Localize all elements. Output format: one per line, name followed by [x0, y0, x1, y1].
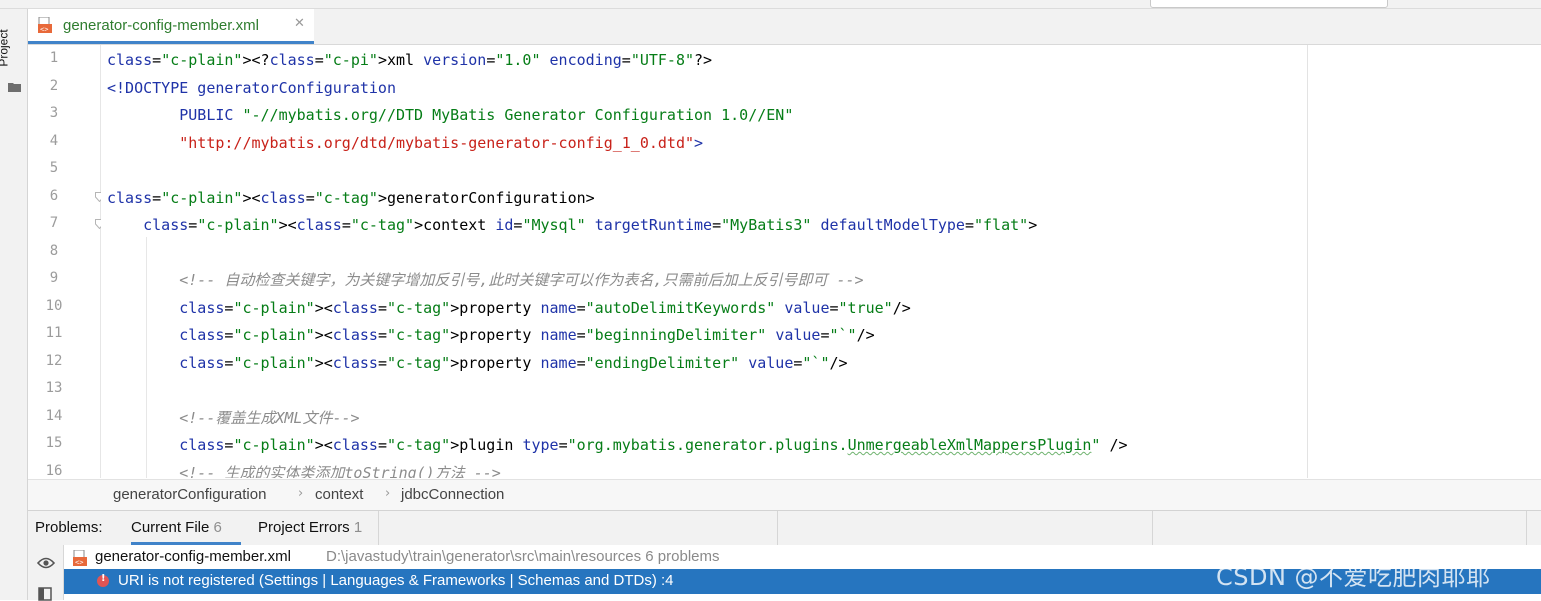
close-icon[interactable]: ✕ — [294, 16, 305, 31]
line-number: 2 — [49, 77, 59, 94]
chevron-right-icon: › — [298, 486, 304, 501]
code-line[interactable]: <!-- 自动检查关键字，为关键字增加反引号,此时关键字可以作为表名,只需前后加… — [107, 270, 863, 290]
error-icon — [97, 573, 109, 587]
problems-side-toolbar — [28, 545, 64, 601]
code-line[interactable]: class="c-plain"><class="c-tag">generator… — [107, 188, 595, 208]
main-toolbar — [0, 0, 1541, 9]
problems-title: Problems: — [35, 519, 103, 536]
tab-project-errors[interactable]: Project Errors 1 — [258, 511, 378, 542]
eye-icon[interactable] — [37, 557, 55, 569]
chevron-right-icon: › — [385, 486, 391, 501]
code-line[interactable]: class="c-plain"><class="c-tag">property … — [107, 298, 911, 318]
tab-current-file-label: Current File — [131, 519, 210, 536]
divider — [1152, 511, 1153, 545]
problems-tool-header: Problems: Current File 6 Project Errors … — [28, 510, 1541, 546]
line-number: 13 — [45, 380, 63, 396]
breadcrumb-item-generatorConfiguration[interactable]: generatorConfiguration — [113, 486, 266, 503]
line-number: 8 — [49, 242, 59, 259]
indent-guide — [146, 237, 147, 478]
problem-file-name: generator-config-member.xml — [95, 548, 291, 565]
xml-file-icon: <> — [73, 550, 87, 567]
line-number: 6 — [49, 187, 59, 204]
code-line[interactable]: class="c-plain"><class="c-tag">property … — [107, 353, 847, 373]
breadcrumb-item-jdbcConnection[interactable]: jdbcConnection — [401, 486, 504, 503]
run-config-selector[interactable] — [1150, 0, 1388, 8]
breadcrumb-item-context[interactable]: context — [315, 486, 363, 503]
tab-current-file[interactable]: Current File 6 — [131, 511, 241, 545]
folder-icon[interactable] — [8, 82, 21, 92]
problem-error-text: URI is not registered (Settings | Langua… — [118, 572, 674, 589]
line-number: 15 — [45, 435, 63, 451]
line-number: 16 — [45, 462, 63, 479]
tab-current-file-count: 6 — [213, 519, 222, 536]
breadcrumb: generatorConfiguration › context › jdbcC… — [28, 479, 1541, 510]
line-number: 5 — [49, 160, 59, 176]
line-number: 4 — [49, 132, 59, 149]
line-number: 12 — [45, 352, 63, 369]
svg-text:<>: <> — [75, 559, 83, 567]
project-tool-label: Project — [0, 29, 11, 67]
project-tool-tab[interactable]: Project — [0, 21, 25, 81]
code-editor[interactable]: class="c-plain"><?class="c-pi">xml versi… — [101, 45, 1306, 478]
code-line[interactable]: class="c-plain"><?class="c-pi">xml versi… — [107, 50, 712, 70]
line-number: 9 — [49, 270, 59, 286]
line-number: 1 — [49, 50, 59, 66]
code-line[interactable]: "http://mybatis.org/dtd/mybatis-generato… — [107, 133, 703, 153]
left-tool-strip: Project — [0, 9, 28, 600]
watermark: CSDN @不爱吃肥肉耶耶 — [1216, 563, 1491, 591]
right-margin-guide — [1307, 45, 1308, 478]
tab-project-errors-count: 1 — [353, 519, 363, 536]
code-line[interactable]: PUBLIC "-//mybatis.org//DTD MyBatis Gene… — [107, 105, 793, 125]
code-line[interactable]: <!-- 生成的实体类添加toString()方法 --> — [107, 463, 501, 479]
tab-project-errors-label: Project Errors — [258, 519, 350, 536]
code-line[interactable]: class="c-plain"><class="c-tag">plugin ty… — [107, 435, 1127, 455]
problem-file-path: D:\javastudy\train\generator\src\main\re… — [326, 548, 720, 565]
editor-tab-generator-config[interactable]: <> generator-config-member.xml ✕ — [28, 9, 314, 44]
code-line[interactable]: class="c-plain"><class="c-tag">property … — [107, 325, 874, 345]
line-number: 7 — [49, 215, 59, 231]
code-line[interactable]: class="c-plain"><class="c-tag">context i… — [107, 215, 1037, 235]
editor-tab-bar: <> generator-config-member.xml ✕ — [28, 9, 1541, 45]
line-number: 11 — [45, 325, 63, 341]
line-number: 14 — [45, 407, 63, 424]
svg-text:<>: <> — [40, 26, 48, 34]
xml-file-icon: <> — [38, 17, 52, 34]
divider — [1526, 511, 1527, 545]
line-number: 3 — [49, 105, 59, 121]
code-line[interactable]: <!DOCTYPE generatorConfiguration — [107, 78, 396, 98]
divider — [777, 511, 778, 545]
editor-tab-label: generator-config-member.xml — [63, 17, 259, 34]
editor-gutter: 1 2 3 4 5 6 7 8 9 10 11 12 13 14 15 16 — [28, 45, 104, 479]
code-line[interactable]: <!--覆盖生成XML文件--> — [107, 408, 359, 428]
line-number: 10 — [45, 297, 63, 314]
divider — [378, 511, 379, 545]
layout-icon[interactable] — [38, 587, 52, 601]
